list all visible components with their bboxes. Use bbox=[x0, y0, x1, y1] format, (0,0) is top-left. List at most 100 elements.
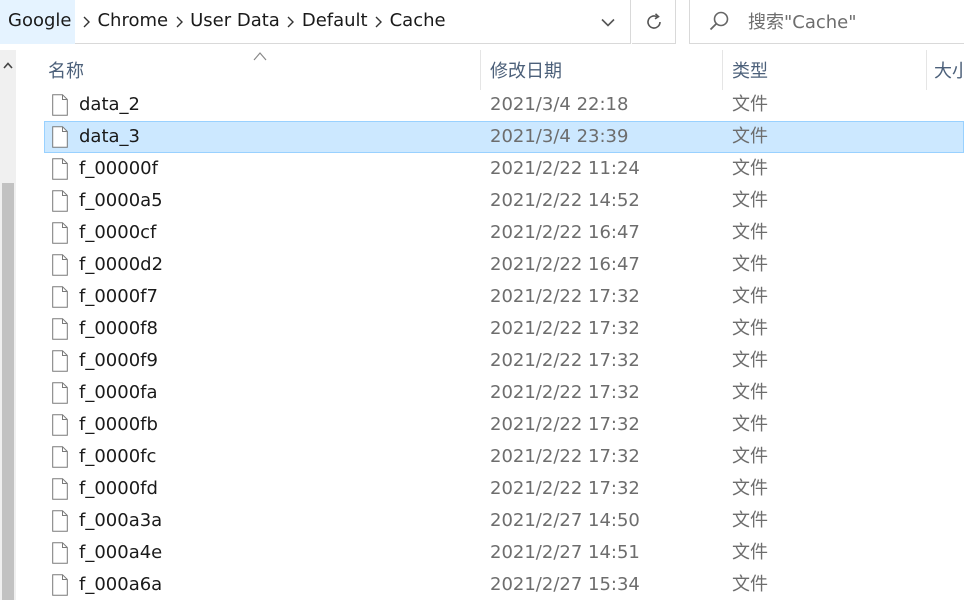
search-input[interactable] bbox=[748, 6, 958, 38]
file-row[interactable]: f_0000fa 2021/2/22 17:32 文件 bbox=[16, 377, 964, 409]
file-icon bbox=[52, 478, 68, 500]
file-name[interactable]: f_0000cf bbox=[79, 217, 156, 249]
file-icon bbox=[52, 126, 68, 148]
chevron-right-icon[interactable] bbox=[75, 0, 97, 44]
file-type: 文件 bbox=[732, 254, 768, 275]
address-bar[interactable]: Google Chrome User Data Default Cache bbox=[0, 0, 631, 44]
chevron-right-icon[interactable] bbox=[168, 0, 190, 44]
file-row[interactable]: f_0000f8 2021/2/22 17:32 文件 bbox=[16, 313, 964, 345]
file-type: 文件 bbox=[732, 350, 768, 371]
file-modified-date: 2021/2/22 17:32 bbox=[490, 318, 640, 339]
file-modified-date: 2021/2/22 17:32 bbox=[490, 286, 640, 307]
file-modified-date: 2021/2/27 15:34 bbox=[490, 574, 640, 595]
column-header-date[interactable]: 修改日期 bbox=[490, 50, 710, 90]
file-modified-date: 2021/2/22 16:47 bbox=[490, 222, 640, 243]
file-icon bbox=[52, 382, 68, 404]
file-icon bbox=[52, 574, 68, 596]
breadcrumb-item-chrome[interactable]: Chrome bbox=[97, 0, 168, 44]
file-icon bbox=[52, 94, 68, 116]
file-modified-date: 2021/2/22 17:32 bbox=[490, 478, 640, 499]
file-type: 文件 bbox=[732, 222, 768, 243]
column-divider[interactable] bbox=[722, 50, 723, 90]
file-type: 文件 bbox=[732, 190, 768, 211]
file-row[interactable]: f_0000f9 2021/2/22 17:32 文件 bbox=[16, 345, 964, 377]
file-modified-date: 2021/2/22 14:52 bbox=[490, 190, 640, 211]
file-modified-date: 2021/2/22 17:32 bbox=[490, 382, 640, 403]
file-type: 文件 bbox=[732, 574, 768, 595]
file-icon bbox=[52, 286, 68, 308]
file-name[interactable]: f_000a6a bbox=[79, 569, 162, 600]
file-modified-date: 2021/3/4 23:39 bbox=[490, 126, 629, 147]
file-icon bbox=[52, 446, 68, 468]
history-dropdown-button[interactable] bbox=[590, 8, 626, 36]
column-headers: 名称 修改日期 类型 大小 bbox=[16, 50, 964, 90]
scrollbar-thumb[interactable] bbox=[2, 183, 14, 600]
file-name[interactable]: f_0000fd bbox=[79, 473, 158, 505]
file-row[interactable]: f_000a3a 2021/2/27 14:50 文件 bbox=[16, 505, 964, 537]
file-name[interactable]: f_0000fb bbox=[79, 409, 158, 441]
scroll-up-icon bbox=[3, 61, 13, 69]
file-name[interactable]: f_000a3a bbox=[79, 505, 162, 537]
file-icon bbox=[52, 414, 68, 436]
file-row[interactable]: f_00000f 2021/2/22 11:24 文件 bbox=[16, 153, 964, 185]
file-list: data_2 2021/3/4 22:18 文件 data_3 2021/3/4 23:… bbox=[16, 89, 964, 600]
file-row[interactable]: f_000a4e 2021/2/27 14:51 文件 bbox=[16, 537, 964, 569]
file-modified-date: 2021/2/27 14:50 bbox=[490, 510, 640, 531]
file-type: 文件 bbox=[732, 126, 768, 147]
breadcrumb-item-default[interactable]: Default bbox=[302, 0, 368, 44]
file-name[interactable]: f_0000f7 bbox=[79, 281, 158, 313]
file-name[interactable]: f_0000f8 bbox=[79, 313, 158, 345]
column-divider[interactable] bbox=[480, 50, 481, 90]
scroll-up-button[interactable] bbox=[0, 50, 16, 80]
file-type: 文件 bbox=[732, 286, 768, 307]
file-row[interactable]: data_2 2021/3/4 22:18 文件 bbox=[16, 89, 964, 121]
file-row[interactable]: f_000a6a 2021/2/27 15:34 文件 bbox=[16, 569, 964, 600]
vertical-scrollbar[interactable] bbox=[0, 50, 16, 600]
chevron-down-icon bbox=[601, 18, 615, 27]
file-name[interactable]: data_3 bbox=[79, 121, 140, 153]
file-row[interactable]: f_0000cf 2021/2/22 16:47 文件 bbox=[16, 217, 964, 249]
file-name[interactable]: f_0000a5 bbox=[79, 185, 163, 217]
refresh-button[interactable] bbox=[632, 0, 676, 44]
file-name[interactable]: f_000a4e bbox=[79, 537, 162, 569]
chevron-right-icon[interactable] bbox=[280, 0, 302, 44]
file-name[interactable]: f_0000fa bbox=[79, 377, 158, 409]
file-type: 文件 bbox=[732, 414, 768, 435]
column-header-type[interactable]: 类型 bbox=[732, 50, 912, 90]
file-row[interactable]: f_0000fd 2021/2/22 17:32 文件 bbox=[16, 473, 964, 505]
file-name[interactable]: f_0000f9 bbox=[79, 345, 158, 377]
column-header-size[interactable]: 大小 bbox=[934, 50, 964, 90]
file-modified-date: 2021/2/22 17:32 bbox=[490, 414, 640, 435]
breadcrumb-item-google[interactable]: Google bbox=[0, 0, 76, 44]
column-divider[interactable] bbox=[926, 50, 927, 90]
file-name[interactable]: data_2 bbox=[79, 89, 140, 121]
file-modified-date: 2021/2/22 17:32 bbox=[490, 446, 640, 467]
breadcrumb-item-user-data[interactable]: User Data bbox=[190, 0, 280, 44]
file-modified-date: 2021/2/27 14:51 bbox=[490, 542, 640, 563]
file-name[interactable]: f_0000fc bbox=[79, 441, 156, 473]
file-icon bbox=[52, 254, 68, 276]
breadcrumb-item-cache[interactable]: Cache bbox=[390, 0, 446, 44]
file-modified-date: 2021/3/4 22:18 bbox=[490, 94, 629, 115]
file-row[interactable]: f_0000fc 2021/2/22 17:32 文件 bbox=[16, 441, 964, 473]
chevron-right-icon[interactable] bbox=[368, 0, 390, 44]
file-row[interactable]: f_0000d2 2021/2/22 16:47 文件 bbox=[16, 249, 964, 281]
file-icon bbox=[52, 190, 68, 212]
file-row[interactable]: f_0000a5 2021/2/22 14:52 文件 bbox=[16, 185, 964, 217]
file-type: 文件 bbox=[732, 382, 768, 403]
file-name[interactable]: f_00000f bbox=[79, 153, 158, 185]
file-name[interactable]: f_0000d2 bbox=[79, 249, 163, 281]
search-icon bbox=[709, 11, 729, 31]
file-row[interactable]: f_0000fb 2021/2/22 17:32 文件 bbox=[16, 409, 964, 441]
search-box[interactable] bbox=[689, 0, 964, 44]
file-type: 文件 bbox=[732, 318, 768, 339]
file-type: 文件 bbox=[732, 478, 768, 499]
navigation-bar: Google Chrome User Data Default Cache bbox=[0, 0, 964, 46]
breadcrumb: Google Chrome User Data Default Cache bbox=[0, 0, 446, 44]
file-icon bbox=[52, 318, 68, 340]
file-icon bbox=[52, 542, 68, 564]
column-header-name[interactable]: 名称 bbox=[48, 50, 468, 90]
file-icon bbox=[52, 222, 68, 244]
file-row[interactable]: f_0000f7 2021/2/22 17:32 文件 bbox=[16, 281, 964, 313]
file-row[interactable]: data_3 2021/3/4 23:39 文件 bbox=[16, 121, 964, 153]
